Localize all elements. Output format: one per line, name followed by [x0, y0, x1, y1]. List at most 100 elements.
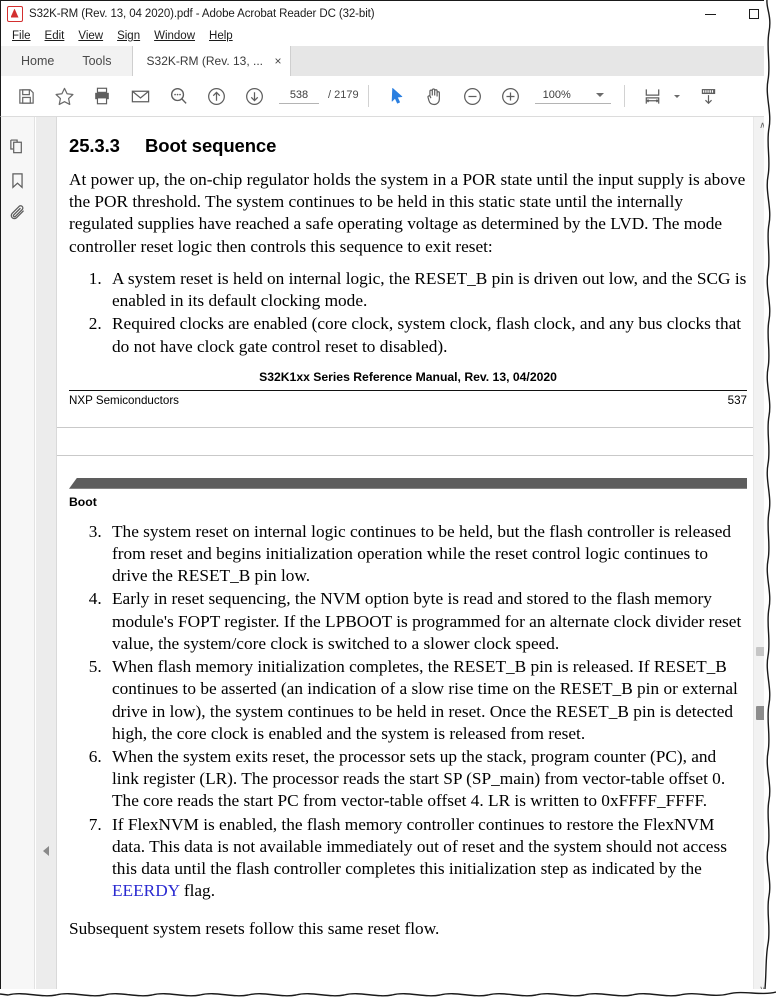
home-tools-group: Home Tools: [1, 46, 133, 76]
email-icon: [130, 86, 151, 107]
previous-page-button[interactable]: [197, 76, 235, 117]
list-item: Required clocks are enabled (core clock,…: [106, 313, 747, 357]
footer-divider: [69, 389, 747, 391]
sidebar-item-bookmarks[interactable]: [3, 163, 33, 197]
fit-page-button[interactable]: [634, 76, 672, 117]
sidebar-item-page-thumbnails[interactable]: [3, 129, 33, 163]
tab-document-label: S32K-RM (Rev. 13, ...: [146, 54, 264, 68]
hand-tool-button[interactable]: [416, 76, 454, 117]
page-navigation: 538 / 2179: [279, 88, 359, 104]
page-fit-width-icon: [698, 86, 719, 107]
document-viewport[interactable]: 25.3.3 Boot sequence At power up, the on-…: [57, 117, 759, 998]
menu-file[interactable]: File: [5, 29, 38, 43]
zoom-level-value: 100%: [542, 89, 571, 101]
tab-document[interactable]: S32K-RM (Rev. 13, ... ×: [132, 46, 291, 76]
window-controls: [688, 1, 776, 27]
tab-home[interactable]: Home: [7, 46, 68, 76]
zoom-out-icon: [462, 86, 483, 107]
restore-button[interactable]: [732, 1, 776, 27]
step7-prefix: If FlexNVM is enabled, the flash memory …: [112, 814, 727, 879]
window-title: S32K-RM (Rev. 13, 04 2020).pdf - Adobe A…: [29, 7, 375, 20]
menu-sign[interactable]: Sign: [110, 29, 147, 43]
toolbar-divider-2: [623, 85, 625, 107]
menu-help[interactable]: Help: [202, 29, 240, 43]
footer-left-label: NXP Semiconductors: [69, 393, 179, 407]
pdf-page-537: 25.3.3 Boot sequence At power up, the on-…: [57, 135, 759, 415]
scrollbar-thumb[interactable]: [756, 706, 769, 720]
chapter-banner: [69, 477, 747, 489]
toolbar: 538 / 2179 100%: [0, 76, 776, 117]
section-title: Boot sequence: [145, 135, 277, 156]
section-number: 25.3.3: [69, 135, 120, 156]
minimize-button[interactable]: [688, 1, 732, 27]
search-icon: [168, 86, 189, 107]
list-item: Early in reset sequencing, the NVM optio…: [106, 588, 747, 655]
acrobat-reader-window: S32K-RM (Rev. 13, 04 2020).pdf - Adobe A…: [0, 0, 776, 999]
closing-paragraph: Subsequent system resets follow this sam…: [69, 919, 440, 939]
chapter-banner-label: Boot: [69, 494, 97, 509]
scroll-up-button[interactable]: ∧: [754, 117, 771, 134]
intro-paragraph: At power up, the on-chip regulator holds…: [69, 170, 746, 256]
chapter-banner-wrap: Boot: [57, 456, 759, 509]
sidebar-item-attachments[interactable]: [3, 197, 33, 231]
menu-view[interactable]: View: [71, 29, 110, 43]
list-item-with-link: If FlexNVM is enabled, the flash memory …: [106, 814, 747, 903]
print-button[interactable]: [83, 76, 121, 117]
star-icon: [54, 86, 75, 107]
save-icon: [17, 87, 36, 106]
page-count-label: / 2179: [328, 89, 359, 101]
cursor-select-icon: [387, 86, 407, 106]
page-separator-gap: [57, 426, 759, 456]
selection-tool-button[interactable]: [378, 76, 416, 117]
page-number-input[interactable]: 538: [279, 88, 319, 104]
tab-tools[interactable]: Tools: [68, 46, 125, 76]
boot-steps-list-part2: The system reset on internal logic conti…: [69, 521, 747, 903]
fit-page-chevron-down-icon[interactable]: [673, 94, 680, 98]
arrow-up-circle-icon: [206, 86, 227, 107]
list-item: When flash memory initialization complet…: [106, 656, 747, 745]
pdf-page-538: Boot The system reset on internal logic …: [57, 455, 759, 941]
zoom-in-button[interactable]: [492, 76, 530, 117]
minimize-icon: [704, 13, 716, 15]
eeerdy-link[interactable]: EEERDY: [112, 881, 180, 900]
scrollbar-thumb-upper[interactable]: [756, 647, 769, 656]
navigation-rail: [0, 117, 35, 998]
tab-strip: Home Tools S32K-RM (Rev. 13, ... ×: [0, 46, 776, 76]
add-bookmark-button[interactable]: [45, 76, 83, 117]
hand-pan-icon: [424, 86, 445, 107]
acrobat-icon: [7, 5, 23, 22]
email-button[interactable]: [121, 76, 159, 117]
page-title: 25.3.3 Boot sequence: [69, 135, 747, 157]
zoom-out-button[interactable]: [454, 76, 492, 117]
step7-suffix: flag.: [179, 881, 216, 901]
chevron-down-icon: [595, 93, 604, 97]
menu-window[interactable]: Window: [147, 29, 202, 43]
page-footer-row: NXP Semiconductors 537: [69, 394, 747, 407]
toolbar-divider-1: [367, 85, 369, 107]
scroll-down-button[interactable]: ∨: [754, 981, 771, 998]
restore-icon: [749, 9, 759, 19]
zoom-in-icon: [500, 86, 521, 107]
search-button[interactable]: [159, 76, 197, 117]
title-bar: S32K-RM (Rev. 13, 04 2020).pdf - Adobe A…: [0, 0, 776, 26]
list-item: The system reset on internal logic conti…: [106, 521, 747, 588]
tab-strip-empty: [290, 46, 776, 76]
fit-page-icon: [642, 86, 663, 107]
save-button[interactable]: [7, 76, 45, 117]
page-footer-title: S32K1xx Series Reference Manual, Rev. 13…: [259, 369, 557, 384]
menu-edit[interactable]: Edit: [38, 29, 72, 43]
close-icon[interactable]: ×: [275, 55, 282, 67]
boot-steps-list-part1: A system reset is held on internal logic…: [69, 268, 747, 358]
footer-page-number: 537: [727, 393, 747, 407]
next-page-button[interactable]: [235, 76, 273, 117]
arrow-down-circle-icon: [244, 86, 265, 107]
list-item: When the system exits reset, the process…: [106, 746, 747, 813]
print-icon: [92, 86, 112, 106]
scroll-mode-button[interactable]: [690, 76, 728, 117]
panel-splitter[interactable]: [36, 117, 57, 998]
vertical-scrollbar[interactable]: ∧ ∨: [753, 117, 770, 998]
collapse-panel-handle[interactable]: [43, 846, 49, 856]
menu-bar: File Edit View Sign Window Help: [0, 26, 776, 46]
list-item: A system reset is held on internal logic…: [106, 268, 747, 312]
zoom-level-select[interactable]: 100%: [534, 88, 611, 104]
